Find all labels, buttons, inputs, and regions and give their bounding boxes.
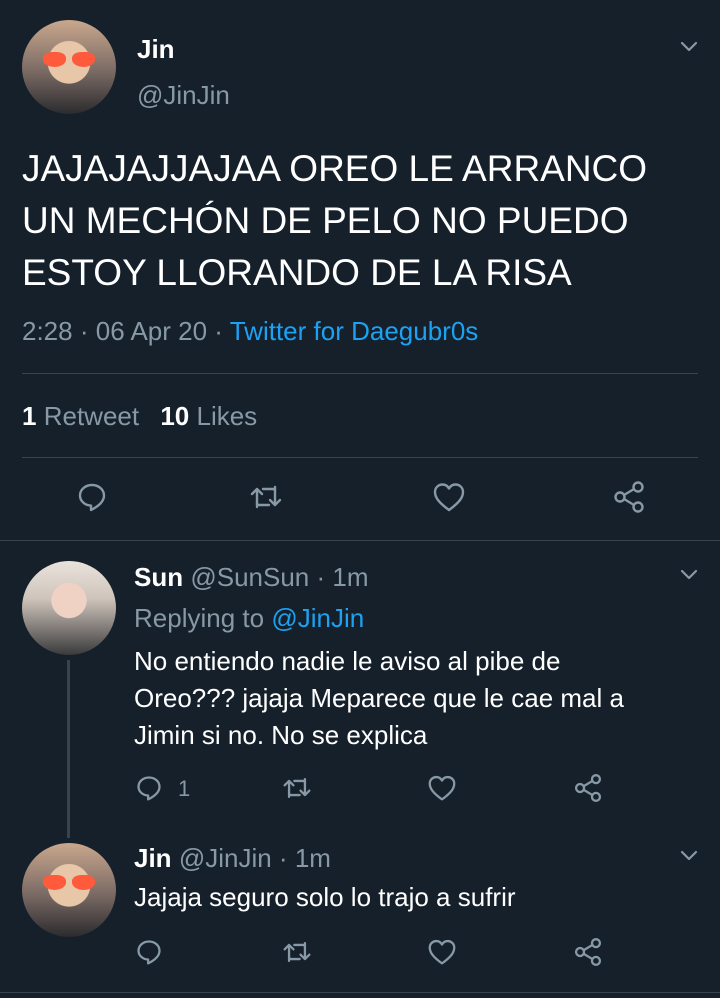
reply-header: Sun @SunSun · 1m [134,561,369,593]
replying-to-label: Replying to [134,603,265,633]
reply-icon[interactable] [134,773,164,803]
reply-text-line: Jimin si no. No se explica [134,720,428,750]
share-icon[interactable] [573,937,603,967]
reply-avatar[interactable] [22,561,116,655]
retweet-label: Retweet [43,401,140,431]
reply-time: 1m [332,562,369,592]
tweet-stats: 1 Retweet 10 Likes [22,400,257,432]
reply-text: No entiendo nadie le aviso al pibe de Or… [134,643,624,754]
share-icon[interactable] [612,480,646,514]
author-name[interactable]: Jin [137,34,175,64]
tweet-source-link[interactable]: Twitter for Daegubr0s [230,316,479,346]
meta-separator: · [79,316,89,346]
reply-text-line: Oreo??? jajaja Meparece que le cae mal a [134,683,624,713]
retweets-stat[interactable]: 1 Retweet [22,401,146,431]
reply-text: Jajaja seguro solo lo trajo a sufrir [134,879,516,916]
chevron-down-icon[interactable] [679,846,699,866]
like-label: Likes [196,401,258,431]
reply-count: 1 [178,776,191,801]
tweet-text-line: ESTOY LLORANDO DE LA RISA [22,252,572,293]
tweet-time: 2:28 [22,316,73,346]
retweet-icon[interactable] [282,773,312,803]
chevron-down-icon[interactable] [679,37,699,57]
reply-icon[interactable] [134,937,164,967]
tweet-text-line: UN MECHÓN DE PELO NO PUEDO [22,200,629,241]
divider [0,540,720,541]
chevron-down-icon[interactable] [679,565,699,585]
share-icon[interactable] [573,773,603,803]
author-avatar[interactable] [22,20,116,114]
reply-icon[interactable] [75,480,109,514]
meta-separator: · [214,316,223,346]
divider [0,992,720,993]
like-icon[interactable] [432,480,466,514]
reply-text-line: No entiendo nadie le aviso al pibe de [134,646,561,676]
reply-time: 1m [294,843,331,873]
reply-text-line: Jajaja seguro solo lo trajo a sufrir [134,882,516,912]
tweet-date: 06 Apr 20 [95,316,208,346]
reply-author-name[interactable]: Jin [134,843,172,873]
retweet-icon[interactable] [282,937,312,967]
author-handle[interactable]: @JinJin [137,80,230,110]
retweet-icon[interactable] [249,480,283,514]
like-icon[interactable] [427,937,457,967]
header-separator: · [278,843,288,873]
retweet-count: 1 [22,401,37,431]
replying-to-handle[interactable]: @JinJin [271,603,364,633]
divider [22,373,698,374]
reply-author-name[interactable]: Sun [134,562,183,592]
tweet-text: JAJAJAJJAJAA OREO LE ARRANCO UN MECHÓN D… [22,143,647,299]
reply-avatar[interactable] [22,843,116,937]
replying-to: Replying to @JinJin [134,602,364,634]
tweet-meta: 2:28 · 06 Apr 20 · Twitter for Daegubr0s [22,314,478,348]
like-icon[interactable] [427,773,457,803]
header-separator: · [316,562,326,592]
reply-author-handle[interactable]: @SunSun [190,562,309,592]
divider [22,457,698,458]
reply-header: Jin @JinJin · 1m [134,842,331,874]
like-count: 10 [160,401,190,431]
thread-line [67,660,70,838]
reply-author-handle[interactable]: @JinJin [179,843,272,873]
likes-stat[interactable]: 10 Likes [160,401,257,431]
tweet-text-line: JAJAJAJJAJAA OREO LE ARRANCO [22,148,648,189]
